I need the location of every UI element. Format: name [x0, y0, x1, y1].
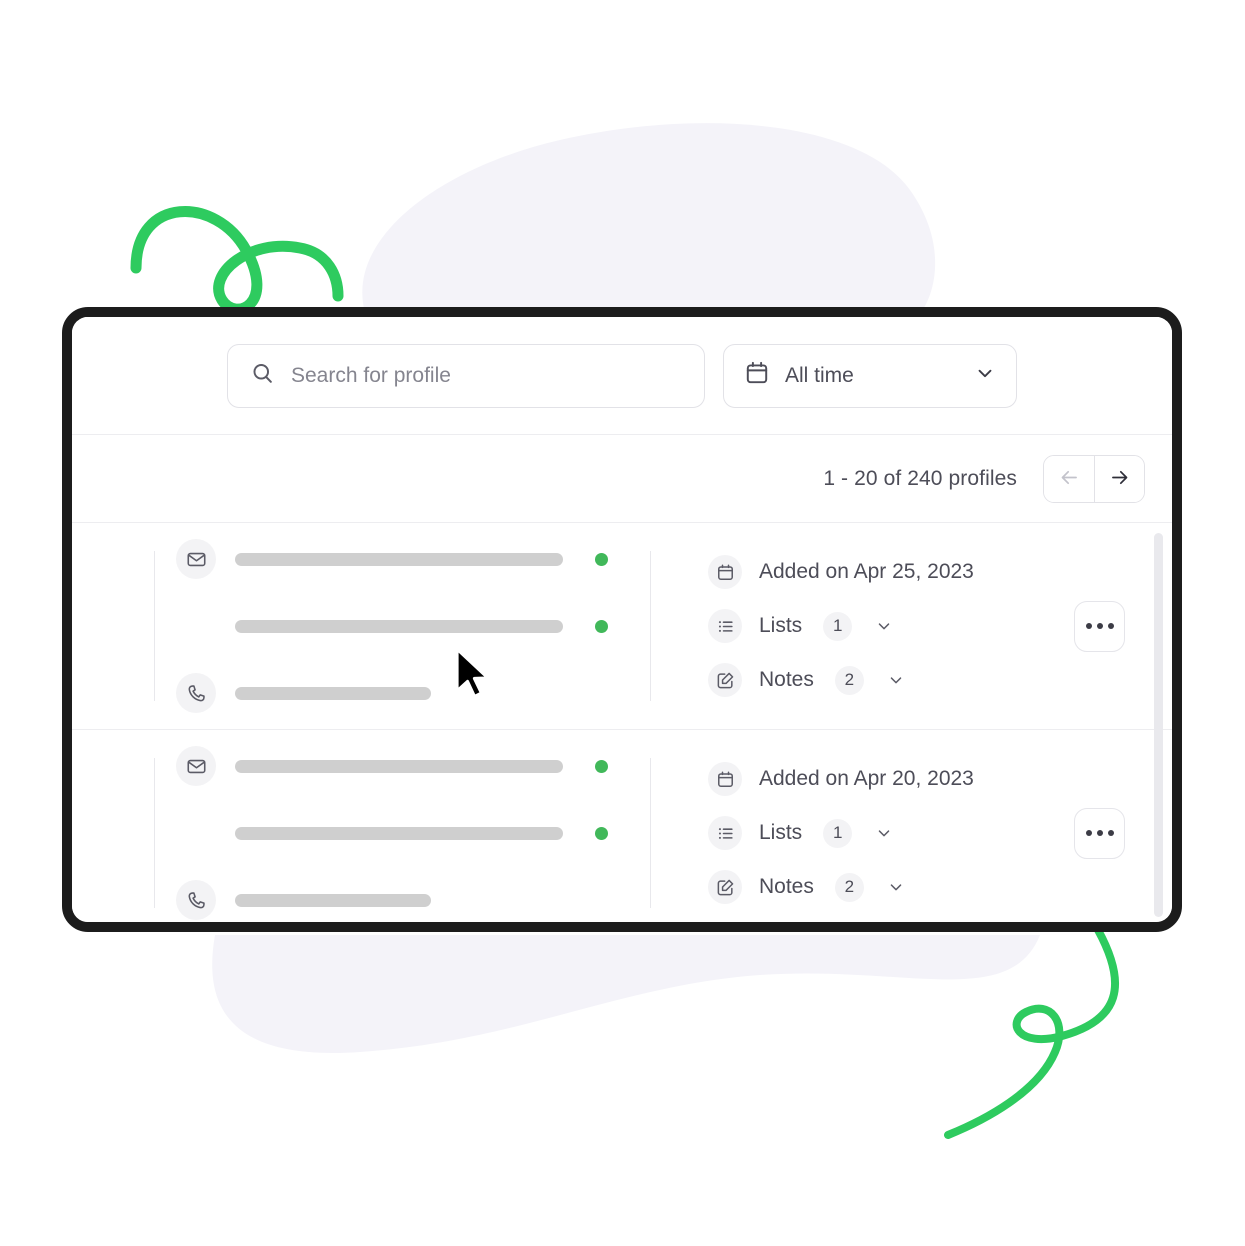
added-date-row: Added on Apr 25, 2023: [708, 555, 1074, 589]
redacted-phone-bar: [235, 686, 431, 700]
contact-email-line: [176, 813, 646, 853]
arrow-right-icon: [1109, 467, 1130, 491]
table-row[interactable]: Added on Apr 25, 2023 Lists 1 Notes 2: [72, 523, 1172, 730]
notes-label: Notes: [759, 668, 814, 691]
notes-count-badge: 2: [834, 872, 864, 902]
lists-count-badge: 1: [823, 818, 853, 848]
phone-icon: [176, 673, 216, 713]
search-field-container[interactable]: [227, 343, 705, 408]
more-options-icon: [1096, 623, 1103, 629]
envelope-icon: [176, 746, 216, 786]
contact-email-line: [176, 606, 646, 646]
app-window: All time 1 - 20 of 240 profiles: [62, 307, 1182, 932]
status-dot-verified: [595, 759, 608, 773]
redacted-email-bar: [235, 619, 563, 633]
date-range-filter[interactable]: All time: [723, 343, 1017, 408]
lists-row[interactable]: Lists 1: [708, 609, 1074, 643]
status-dot-verified: [595, 552, 608, 566]
notes-label: Notes: [759, 875, 814, 898]
contact-phone-line: [176, 880, 646, 920]
phone-icon: [176, 880, 216, 920]
chevron-down-icon: [974, 362, 996, 389]
toolbar: All time: [72, 317, 1172, 435]
scrollbar-thumb[interactable]: [1154, 533, 1163, 917]
pagination-prev-button[interactable]: [1044, 455, 1094, 502]
added-date-label: Added on Apr 25, 2023: [759, 560, 974, 583]
date-filter-label: All time: [785, 363, 854, 387]
metadata-column: Added on Apr 20, 2023 Lists 1 Notes 2: [646, 762, 1074, 904]
lists-row[interactable]: Lists 1: [708, 816, 1074, 850]
arrow-left-icon: [1059, 467, 1080, 491]
pagination-summary: 1 - 20 of 240 profiles: [823, 466, 1017, 490]
calendar-icon: [744, 360, 770, 391]
squiggle-bottom-right: [944, 926, 1120, 1139]
calendar-icon: [708, 762, 742, 796]
contact-email-line: [176, 746, 646, 786]
status-dot-verified: [595, 619, 608, 633]
redacted-phone-bar: [235, 893, 431, 907]
notes-row[interactable]: Notes 2: [708, 663, 1074, 697]
blob-top-shape: [362, 123, 936, 330]
contact-column: [136, 539, 646, 713]
added-date-label: Added on Apr 20, 2023: [759, 767, 974, 790]
status-dot-verified: [595, 826, 608, 840]
chevron-down-icon[interactable]: [887, 671, 905, 689]
redacted-email-bar: [235, 759, 563, 773]
profile-list: Added on Apr 25, 2023 Lists 1 Notes 2 Ad…: [72, 523, 1172, 922]
page-root: All time 1 - 20 of 240 profiles: [0, 0, 1245, 1246]
spacer-icon-slot: [176, 606, 216, 646]
more-options-icon: [1085, 623, 1092, 629]
note-edit-icon: [708, 663, 742, 697]
column-divider: [650, 551, 651, 701]
pagination-bar: 1 - 20 of 240 profiles: [72, 435, 1172, 523]
list-icon: [708, 816, 742, 850]
squiggle-top-left-loop-1: [130, 206, 344, 315]
lists-count-badge: 1: [823, 611, 853, 641]
envelope-icon: [176, 539, 216, 579]
contact-column: [136, 746, 646, 920]
more-options-button[interactable]: [1074, 600, 1125, 652]
notes-count-badge: 2: [834, 665, 864, 695]
blob-bottom-shape: [212, 935, 1040, 1054]
chevron-down-icon[interactable]: [875, 824, 893, 842]
redacted-email-bar: [235, 826, 563, 840]
search-input[interactable]: [291, 363, 682, 388]
contact-email-line: [176, 539, 646, 579]
contact-phone-line: [176, 673, 646, 713]
more-options-icon: [1107, 830, 1114, 836]
table-row[interactable]: Added on Apr 20, 2023 Lists 1 Notes 2: [72, 730, 1172, 922]
column-divider: [650, 758, 651, 908]
more-options-icon: [1107, 623, 1114, 629]
calendar-icon: [708, 555, 742, 589]
pagination-next-button[interactable]: [1094, 455, 1144, 502]
lists-label: Lists: [759, 821, 803, 844]
more-options-icon: [1096, 830, 1103, 836]
metadata-column: Added on Apr 25, 2023 Lists 1 Notes 2: [646, 555, 1074, 697]
spacer-icon-slot: [176, 813, 216, 853]
list-icon: [708, 609, 742, 643]
chevron-down-icon[interactable]: [875, 617, 893, 635]
lists-label: Lists: [759, 614, 803, 637]
chevron-down-icon[interactable]: [887, 878, 905, 896]
redacted-email-bar: [235, 552, 563, 566]
added-date-row: Added on Apr 20, 2023: [708, 762, 1074, 796]
search-icon: [250, 361, 275, 391]
more-options-icon: [1085, 830, 1092, 836]
note-edit-icon: [708, 870, 742, 904]
pagination-controls: [1043, 454, 1145, 503]
notes-row[interactable]: Notes 2: [708, 870, 1074, 904]
vertical-scrollbar[interactable]: [1154, 533, 1163, 917]
more-options-button[interactable]: [1074, 807, 1125, 859]
app-window-content: All time 1 - 20 of 240 profiles: [72, 317, 1172, 922]
